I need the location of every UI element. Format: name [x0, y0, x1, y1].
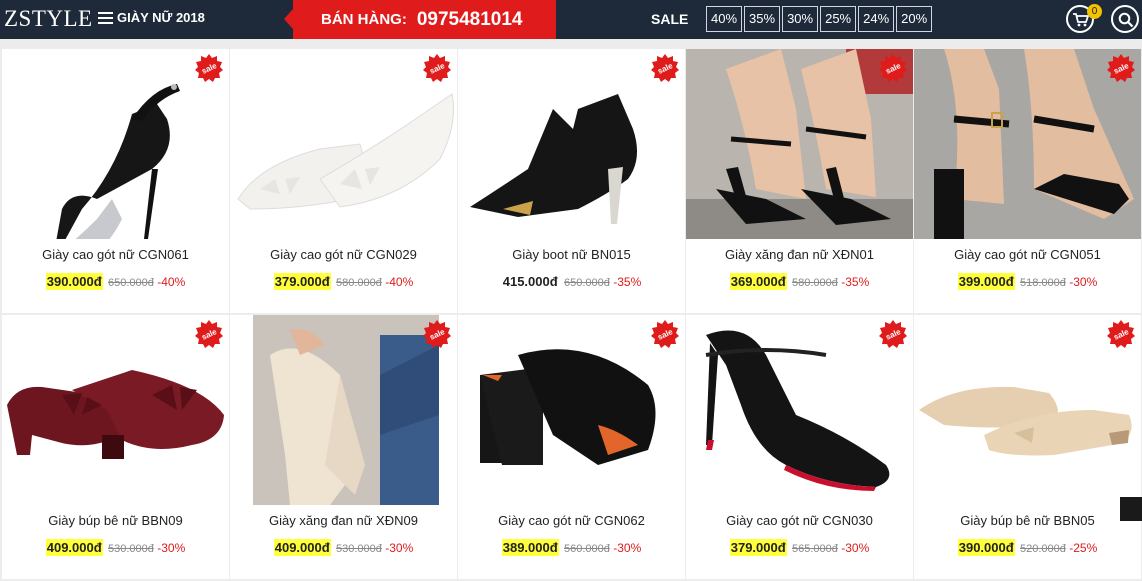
price-original: 580.000đ: [792, 277, 838, 289]
product-card[interactable]: sale Giày cao gót nữ CGN062 389.000đ 560…: [458, 315, 685, 579]
product-card[interactable]: sale Giày cao gót nữ CGN051 399.000đ 518…: [914, 49, 1141, 313]
price-row: 409.000đ 530.000đ -30%: [2, 539, 229, 556]
price-original: 580.000đ: [336, 277, 382, 289]
price-current: 390.000đ: [45, 273, 103, 290]
price-original: 530.000đ: [108, 543, 154, 555]
cart-count-badge: 0: [1087, 4, 1102, 19]
product-card[interactable]: sale Giày búp bê nữ BBN05 390.000đ 520.0…: [914, 315, 1141, 579]
price-row: 409.000đ 530.000đ -30%: [230, 539, 457, 556]
sale-badge: sale: [195, 320, 223, 348]
product-grid: sale Giày cao gót nữ CGN061 390.000đ 650…: [2, 49, 1142, 579]
sale-filter-40[interactable]: 40%: [706, 6, 743, 32]
price-row: 379.000đ 565.000đ -30%: [686, 539, 913, 556]
sale-label: SALE: [651, 11, 689, 27]
product-name[interactable]: Giày xăng đan nữ XĐN09: [230, 513, 457, 528]
price-row: 399.000đ 518.000đ -30%: [914, 273, 1141, 290]
price-row: 415.000đ 650.000đ -35%: [458, 274, 685, 289]
hotline-banner: BÁN HÀNG: 0975481014: [284, 0, 556, 39]
sale-filter-35[interactable]: 35%: [744, 6, 781, 32]
price-current: 415.000đ: [502, 274, 558, 289]
sale-filter-group: 40% 35% 30% 25% 24% 20%: [706, 6, 934, 32]
product-card[interactable]: sale Giày búp bê nữ BBN09 409.000đ 530.0…: [2, 315, 229, 579]
product-card[interactable]: sale Giày boot nữ BN015 415.000đ 650.000…: [458, 49, 685, 313]
price-row: 379.000đ 580.000đ -40%: [230, 273, 457, 290]
search-button[interactable]: [1111, 5, 1139, 33]
discount-percent: -35%: [841, 275, 870, 289]
price-original: 650.000đ: [108, 277, 154, 289]
sale-filter-30[interactable]: 30%: [782, 6, 819, 32]
price-current: 409.000đ: [273, 539, 331, 556]
discount-percent: -40%: [385, 275, 414, 289]
product-name[interactable]: Giày cao gót nữ CGN030: [686, 513, 913, 528]
discount-percent: -35%: [613, 275, 642, 289]
price-original: 565.000đ: [792, 543, 838, 555]
product-card[interactable]: sale Giày xăng đan nữ XĐN01 369.000đ 580…: [686, 49, 913, 313]
price-current: 389.000đ: [501, 539, 559, 556]
sale-badge: sale: [651, 320, 679, 348]
hamburger-icon[interactable]: [98, 11, 113, 24]
scroll-to-top-button[interactable]: [1120, 497, 1142, 521]
sale-badge: sale: [879, 320, 907, 348]
category-menu[interactable]: GIÀY NỮ 2018: [98, 10, 205, 25]
price-original: 520.000đ: [1020, 543, 1066, 555]
price-original: 530.000đ: [336, 543, 382, 555]
sale-badge: sale: [651, 54, 679, 82]
discount-percent: -30%: [613, 541, 642, 555]
product-name[interactable]: Giày boot nữ BN015: [458, 247, 685, 262]
discount-percent: -30%: [157, 541, 186, 555]
price-current: 379.000đ: [273, 273, 331, 290]
price-current: 369.000đ: [729, 273, 787, 290]
discount-percent: -30%: [841, 541, 870, 555]
product-card[interactable]: sale Giày cao gót nữ CGN030 379.000đ 565…: [686, 315, 913, 579]
sale-filter-25[interactable]: 25%: [820, 6, 857, 32]
price-original: 650.000đ: [564, 277, 610, 289]
product-name[interactable]: Giày cao gót nữ CGN051: [914, 247, 1141, 262]
sale-badge: sale: [195, 54, 223, 82]
discount-percent: -30%: [385, 541, 414, 555]
top-navbar: ZSTYLE GIÀY NỮ 2018 BÁN HÀNG: 0975481014…: [0, 0, 1142, 39]
hotline-label: BÁN HÀNG:: [321, 11, 407, 28]
product-name[interactable]: Giày búp bê nữ BBN05: [914, 513, 1141, 528]
price-current: 409.000đ: [45, 539, 103, 556]
sale-badge: sale: [423, 320, 451, 348]
product-name[interactable]: Giày cao gót nữ CGN062: [458, 513, 685, 528]
sale-badge: sale: [423, 54, 451, 82]
price-row: 369.000đ 580.000đ -35%: [686, 273, 913, 290]
product-name[interactable]: Giày cao gót nữ CGN061: [2, 247, 229, 262]
product-card[interactable]: sale Giày cao gót nữ CGN061 390.000đ 650…: [2, 49, 229, 313]
discount-percent: -30%: [1069, 275, 1098, 289]
product-name[interactable]: Giày búp bê nữ BBN09: [2, 513, 229, 528]
site-logo[interactable]: ZSTYLE: [4, 6, 93, 32]
product-card[interactable]: sale Giày cao gót nữ CGN029 379.000đ 580…: [230, 49, 457, 313]
cart-icon: [1073, 13, 1089, 27]
category-menu-label[interactable]: GIÀY NỮ 2018: [117, 10, 205, 25]
sale-filter-20[interactable]: 20%: [896, 6, 933, 32]
search-icon: [1118, 12, 1134, 28]
price-current: 399.000đ: [957, 273, 1015, 290]
product-name[interactable]: Giày xăng đan nữ XĐN01: [686, 247, 913, 262]
price-current: 390.000đ: [957, 539, 1015, 556]
sale-badge: sale: [1107, 320, 1135, 348]
sale-badge: sale: [879, 54, 907, 82]
price-row: 390.000đ 650.000đ -40%: [2, 273, 229, 290]
price-row: 389.000đ 560.000đ -30%: [458, 539, 685, 556]
price-original: 518.000đ: [1020, 277, 1066, 289]
product-card[interactable]: sale Giày xăng đan nữ XĐN09 409.000đ 530…: [230, 315, 457, 579]
price-original: 560.000đ: [564, 543, 610, 555]
discount-percent: -25%: [1069, 541, 1098, 555]
discount-percent: -40%: [157, 275, 186, 289]
price-current: 379.000đ: [729, 539, 787, 556]
product-name[interactable]: Giày cao gót nữ CGN029: [230, 247, 457, 262]
price-row: 390.000đ 520.000đ -25%: [914, 539, 1141, 556]
hotline-number[interactable]: 0975481014: [417, 9, 523, 31]
sale-badge: sale: [1107, 54, 1135, 82]
sale-filter-24[interactable]: 24%: [858, 6, 895, 32]
